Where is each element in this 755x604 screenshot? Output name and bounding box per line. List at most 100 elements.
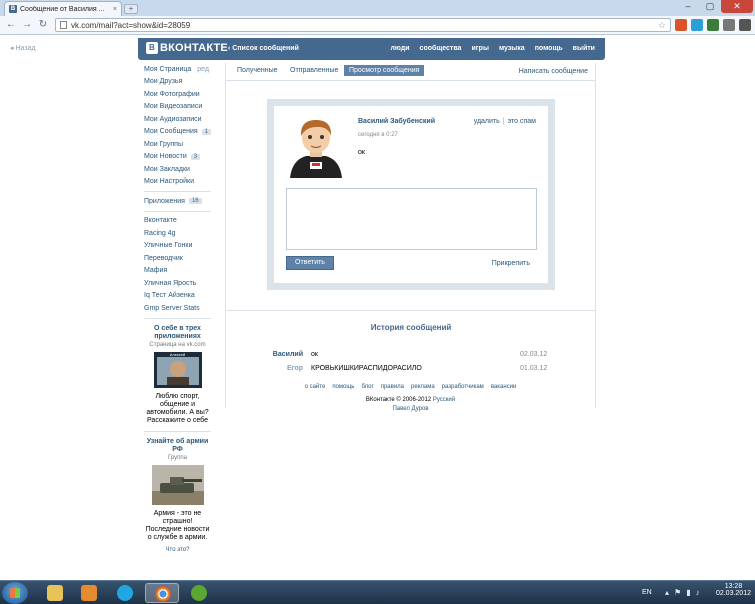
sidebar-item-photos[interactable]: Мои Фотографии bbox=[144, 88, 214, 101]
nav-help[interactable]: помощь bbox=[535, 45, 563, 52]
sidebar-item-my-page[interactable]: Моя Страница ред. bbox=[144, 63, 214, 76]
footer-link-jobs[interactable]: вакансии bbox=[491, 384, 517, 390]
footer-link-help[interactable]: помощь bbox=[332, 384, 354, 390]
minimize-button[interactable]: – bbox=[677, 0, 699, 13]
extension-icon[interactable] bbox=[675, 19, 687, 31]
attach-link[interactable]: Прикрепить bbox=[492, 260, 530, 267]
maximize-button[interactable]: ▢ bbox=[699, 0, 721, 13]
breadcrumb-message-list[interactable]: ‹ Список сообщений bbox=[228, 45, 299, 52]
history-author[interactable]: Василий bbox=[273, 351, 303, 358]
nav-people[interactable]: люди bbox=[390, 45, 409, 52]
forward-arrow-icon[interactable]: → bbox=[20, 18, 34, 32]
taskbar-skype[interactable] bbox=[108, 583, 142, 603]
footer-link-ads[interactable]: реклама bbox=[411, 384, 435, 390]
sidebar-item-videos[interactable]: Мои Видеозаписи bbox=[144, 101, 214, 114]
ad-title[interactable]: О себе в трех приложениях bbox=[144, 325, 211, 341]
nav-logout[interactable]: выйти bbox=[573, 45, 595, 52]
sidebar-app-item[interactable]: Уличные Гонки bbox=[144, 240, 214, 253]
bookmark-star-icon[interactable]: ☆ bbox=[658, 20, 666, 31]
sidebar-item-bookmarks[interactable]: Мои Закладки bbox=[144, 163, 214, 176]
footer-copyright: ВКонтакте © 2006-2012 Русский bbox=[225, 397, 596, 403]
mail-tabs: Полученные Отправленные Просмотр сообщен… bbox=[226, 63, 596, 81]
footer-link-about[interactable]: о сайте bbox=[305, 384, 326, 390]
sidebar-item-friends[interactable]: Мои Друзья bbox=[144, 76, 214, 89]
history-date: 01.03.12 bbox=[520, 365, 548, 372]
sidebar-item-news[interactable]: Мои Новости 3 bbox=[144, 151, 214, 164]
footer-link-blog[interactable]: блог bbox=[361, 384, 373, 390]
tab-close-icon[interactable]: × bbox=[113, 6, 117, 13]
tray-arrow-icon[interactable]: ▴ bbox=[665, 588, 669, 597]
ad-block-army[interactable]: Узнайте об армии РФ Группа Армия - это н… bbox=[144, 438, 211, 553]
back-link[interactable]: ◂ Назад bbox=[10, 44, 36, 52]
divider bbox=[144, 210, 211, 212]
close-window-button[interactable]: ✕ bbox=[721, 0, 753, 13]
vk-logo[interactable]: В ВКОНТАКТЕ bbox=[146, 42, 228, 54]
ad-block-apps[interactable]: О себе в трех приложениях Страница на vk… bbox=[144, 325, 211, 425]
ad-description: Люблю спорт, общение и автомобили. А вы?… bbox=[146, 392, 209, 424]
sidebar-app-item[interactable]: Переводчик bbox=[144, 252, 214, 265]
ad-title[interactable]: Узнайте об армии РФ bbox=[144, 438, 211, 454]
taskbar-explorer[interactable] bbox=[38, 583, 72, 603]
nav-music[interactable]: музыка bbox=[499, 45, 525, 52]
taskbar-chrome[interactable] bbox=[145, 583, 179, 603]
taskbar-utorrent[interactable] bbox=[182, 583, 216, 603]
sidebar-item-apps[interactable]: Приложения 16 bbox=[144, 195, 214, 208]
reply-button[interactable]: Ответить bbox=[286, 256, 334, 270]
footer-link-developers[interactable]: разработчикам bbox=[442, 384, 484, 390]
address-bar[interactable]: vk.com/mail?act=show&id=28059 ☆ bbox=[55, 18, 671, 32]
message-box: Василий Забубенский удалить | это спам сег… bbox=[267, 99, 555, 290]
history-author[interactable]: Егор bbox=[287, 365, 303, 372]
reply-textarea[interactable] bbox=[286, 188, 537, 250]
clock[interactable]: 13:28 02.03.2012 bbox=[716, 583, 751, 597]
tab-view-message[interactable]: Просмотр сообщения bbox=[344, 65, 425, 76]
compose-message-link[interactable]: Написать сообщение bbox=[519, 68, 588, 75]
reload-icon[interactable]: ↻ bbox=[36, 18, 50, 32]
utorrent-icon bbox=[191, 585, 207, 601]
delete-link[interactable]: удалить bbox=[474, 118, 500, 125]
eye-extension-icon[interactable] bbox=[707, 19, 719, 31]
sender-name[interactable]: Василий Забубенский bbox=[358, 118, 435, 125]
skype-extension-icon[interactable] bbox=[691, 19, 703, 31]
page: ◂ Назад В ВКОНТАКТЕ ‹ Список сообщений л… bbox=[0, 35, 755, 580]
nav-games[interactable]: игры bbox=[471, 45, 488, 52]
sidebar-app-item[interactable]: Iq Тест Айзенка bbox=[144, 290, 214, 303]
language-link[interactable]: Русский bbox=[433, 397, 455, 403]
page-footer: о сайте помощь блог правила реклама разр… bbox=[225, 384, 596, 412]
tab-sent[interactable]: Отправленные bbox=[290, 67, 338, 74]
sidebar-item-settings[interactable]: Мои Настройки bbox=[144, 176, 214, 189]
page-menu-icon[interactable] bbox=[723, 19, 735, 31]
spam-link[interactable]: это спам bbox=[508, 118, 536, 125]
sidebar-app-item[interactable]: Мафия bbox=[144, 265, 214, 278]
language-indicator[interactable]: EN bbox=[642, 589, 652, 596]
history-date: 02.03.12 bbox=[520, 351, 548, 358]
ad-image-caption: Алексей bbox=[169, 351, 186, 357]
whats-this-link[interactable]: Что это? bbox=[144, 547, 211, 553]
avatar[interactable] bbox=[286, 116, 346, 178]
sidebar-item-audio[interactable]: Мои Аудиозаписи bbox=[144, 113, 214, 126]
footer-link-rules[interactable]: правила bbox=[381, 384, 404, 390]
tray-volume-icon[interactable]: ♪ bbox=[696, 588, 700, 597]
start-button[interactable] bbox=[2, 582, 28, 604]
tray-flag-icon[interactable]: ⚑ bbox=[674, 588, 681, 597]
nav-communities[interactable]: сообщества bbox=[420, 45, 462, 52]
main-content: Полученные Отправленные Просмотр сообщен… bbox=[225, 63, 596, 408]
sidebar-app-item[interactable]: Уличная Ярость bbox=[144, 277, 214, 290]
tab-inbox[interactable]: Полученные bbox=[237, 67, 278, 74]
ad-image[interactable]: Алексей bbox=[153, 351, 202, 388]
copyright-text: ВКонтакте © 2006-2012 bbox=[365, 397, 432, 403]
sidebar-app-item[interactable]: Racing 4g bbox=[144, 227, 214, 240]
ad-image-tank[interactable] bbox=[151, 464, 204, 505]
sidebar-app-item[interactable]: Gmp Server Stats bbox=[144, 302, 214, 315]
url-text: vk.com/mail?act=show&id=28059 bbox=[71, 20, 191, 30]
sidebar-item-messages[interactable]: Мои Сообщения 1 bbox=[144, 126, 214, 139]
new-tab-button[interactable]: + bbox=[124, 4, 138, 14]
edit-link[interactable]: ред. bbox=[197, 66, 211, 73]
footer-author[interactable]: Павел Дуров bbox=[225, 406, 596, 412]
taskbar-media-player[interactable] bbox=[72, 583, 106, 603]
tray-network-icon[interactable]: ▮ bbox=[686, 588, 690, 597]
browser-tab[interactable]: В Сообщение от Василия ... × bbox=[4, 1, 122, 16]
sidebar-item-groups[interactable]: Мои Группы bbox=[144, 138, 214, 151]
wrench-menu-icon[interactable] bbox=[739, 19, 751, 31]
back-arrow-icon[interactable]: ← bbox=[4, 18, 18, 32]
sidebar-app-item[interactable]: Вконтакте bbox=[144, 215, 214, 228]
